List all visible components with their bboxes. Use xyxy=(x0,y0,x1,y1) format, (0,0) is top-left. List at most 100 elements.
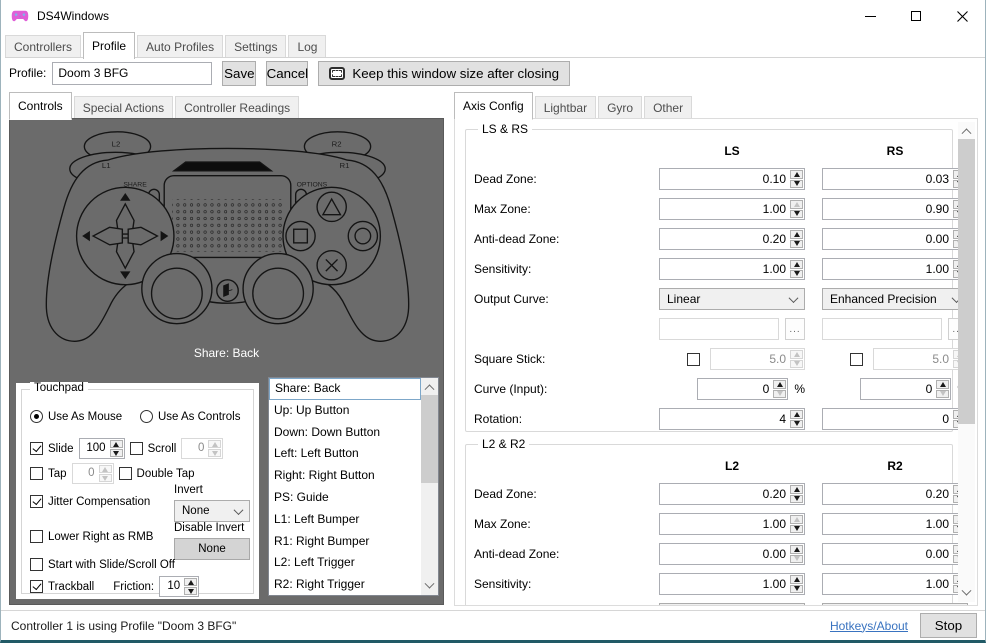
checkbox-icon[interactable] xyxy=(30,558,43,571)
list-item[interactable]: PS: Guide xyxy=(269,487,421,509)
spin-down-icon[interactable] xyxy=(790,525,803,534)
rs-square-stick-value[interactable]: 5.0 xyxy=(874,349,952,369)
list-item[interactable]: Up: Up Button xyxy=(269,400,421,422)
rs-curve-input-value[interactable]: 0 xyxy=(861,379,935,399)
list-item[interactable]: Right: Right Button xyxy=(269,465,421,487)
rs-curve-input-spinner[interactable]: 0 xyxy=(860,378,951,400)
checkbox-icon[interactable] xyxy=(30,530,43,543)
ls-square-stick-checkbox[interactable] xyxy=(687,353,700,366)
stop-button[interactable]: Stop xyxy=(920,613,977,638)
tab-controller-readings[interactable]: Controller Readings xyxy=(175,96,299,119)
spin-up-icon[interactable] xyxy=(99,465,112,473)
rs-sensitivity-spinner[interactable]: 1.00 xyxy=(822,258,968,280)
use-as-mouse-radio[interactable]: Use As Mouse xyxy=(30,410,122,423)
spin-up-icon[interactable] xyxy=(790,200,803,209)
spin-down-icon[interactable] xyxy=(936,390,949,399)
rs-rotation-spinner[interactable]: 0 xyxy=(822,408,968,430)
save-button[interactable]: Save xyxy=(222,61,256,86)
tab-axis-config[interactable]: Axis Config xyxy=(454,92,533,120)
ls-anti-dead-zone-value[interactable]: 0.20 xyxy=(660,229,789,249)
spin-up-icon[interactable] xyxy=(790,230,803,239)
tap-value[interactable]: 0 xyxy=(73,464,98,483)
rs-max-zone-value[interactable]: 0.90 xyxy=(823,199,952,219)
checkbox-icon[interactable] xyxy=(30,495,43,508)
ls-curve-input-spinner[interactable]: 0 xyxy=(697,378,788,400)
list-item[interactable]: R1: Right Bumper xyxy=(269,531,421,553)
scrollbar-thumb[interactable] xyxy=(958,139,975,424)
circle-button[interactable] xyxy=(348,221,377,250)
scrollbar-thumb[interactable] xyxy=(421,395,438,483)
scroll-down-button[interactable] xyxy=(958,585,975,602)
ls-anti-dead-zone-spinner[interactable]: 0.20 xyxy=(659,228,805,250)
spin-up-icon[interactable] xyxy=(790,575,803,584)
l2-anti-dead-zone-spinner[interactable]: 0.00 xyxy=(659,543,805,565)
axis-panel-scrollbar[interactable] xyxy=(958,122,975,602)
minimize-button[interactable] xyxy=(847,0,893,32)
l2-dead-zone-value[interactable]: 0.20 xyxy=(660,484,789,504)
ls-square-stick-value[interactable]: 5.0 xyxy=(711,349,789,369)
square-button[interactable] xyxy=(286,221,315,250)
cancel-button[interactable]: Cancel xyxy=(266,61,308,86)
spin-down-icon[interactable] xyxy=(773,390,786,399)
rs-anti-dead-zone-spinner[interactable]: 0.00 xyxy=(822,228,968,250)
scroll-up-button[interactable] xyxy=(958,122,975,139)
l2-output-curve-dropdown[interactable] xyxy=(659,603,805,606)
r2-max-zone-value[interactable]: 1.00 xyxy=(823,514,952,534)
ls-sensitivity-spinner[interactable]: 1.00 xyxy=(659,258,805,280)
spin-up-icon[interactable] xyxy=(790,260,803,269)
hotkeys-about-link[interactable]: Hotkeys/About xyxy=(830,619,908,633)
spin-down-icon[interactable] xyxy=(790,555,803,564)
l2-sensitivity-spinner[interactable]: 1.00 xyxy=(659,573,805,595)
ls-max-zone-spinner[interactable]: 1.00 xyxy=(659,198,805,220)
l2-dead-zone-spinner[interactable]: 0.20 xyxy=(659,483,805,505)
spin-up-icon[interactable] xyxy=(790,410,803,419)
spin-down-icon[interactable] xyxy=(790,585,803,594)
list-item[interactable]: L2: Left Trigger xyxy=(269,552,421,574)
ls-rotation-spinner[interactable]: 4 xyxy=(659,408,805,430)
right-stick[interactable] xyxy=(253,268,304,319)
ls-browse-button[interactable]: ... xyxy=(785,318,805,340)
start-slide-scroll-off-checkbox[interactable]: Start with Slide/Scroll Off xyxy=(30,558,175,571)
radio-icon[interactable] xyxy=(140,410,153,423)
scroll-value[interactable]: 0 xyxy=(182,439,207,458)
l2-max-zone-spinner[interactable]: 1.00 xyxy=(659,513,805,535)
lower-right-rmb-checkbox[interactable]: Lower Right as RMB xyxy=(30,530,153,543)
use-as-controls-radio[interactable]: Use As Controls xyxy=(140,410,240,423)
jitter-compensation-checkbox[interactable]: Jitter Compensation xyxy=(30,495,150,508)
list-item[interactable]: Down: Down Button xyxy=(269,422,421,444)
tab-controllers[interactable]: Controllers xyxy=(5,35,81,58)
tab-log[interactable]: Log xyxy=(288,35,326,58)
checkbox-icon[interactable] xyxy=(30,442,43,455)
rs-anti-dead-zone-value[interactable]: 0.00 xyxy=(823,229,952,249)
list-item[interactable]: Share: Back xyxy=(269,378,421,400)
disable-invert-button[interactable]: None xyxy=(174,538,250,560)
spin-down-icon[interactable] xyxy=(790,240,803,249)
l2-max-zone-value[interactable]: 1.00 xyxy=(660,514,789,534)
tab-lightbar[interactable]: Lightbar xyxy=(535,96,596,119)
list-item[interactable]: L1: Left Bumper xyxy=(269,509,421,531)
ls-custom-curve-input[interactable] xyxy=(659,318,779,340)
rs-square-stick-checkbox[interactable] xyxy=(850,353,863,366)
slide-sensitivity-spinner[interactable]: 100 xyxy=(79,438,125,459)
ls-square-stick-spinner[interactable]: 5.0 xyxy=(710,348,805,370)
rs-dead-zone-spinner[interactable]: 0.03 xyxy=(822,168,968,190)
list-item[interactable]: R2: Right Trigger xyxy=(269,574,421,595)
tab-other[interactable]: Other xyxy=(644,96,692,119)
spin-down-icon[interactable] xyxy=(208,449,221,457)
maximize-button[interactable] xyxy=(893,0,939,32)
l2-sensitivity-value[interactable]: 1.00 xyxy=(660,574,789,594)
tab-profile[interactable]: Profile xyxy=(83,32,135,59)
spin-down-icon[interactable] xyxy=(110,449,123,457)
spin-up-icon[interactable] xyxy=(790,515,803,524)
trackball-checkbox[interactable] xyxy=(30,580,43,593)
triangle-button[interactable] xyxy=(317,192,346,221)
ls-max-zone-value[interactable]: 1.00 xyxy=(660,199,789,219)
friction-spinner[interactable]: 10 xyxy=(159,576,199,597)
spin-down-icon[interactable] xyxy=(790,210,803,219)
tab-gyro[interactable]: Gyro xyxy=(598,96,642,119)
rs-square-stick-spinner[interactable]: 5.0 xyxy=(873,348,968,370)
scroll-sensitivity-spinner[interactable]: 0 xyxy=(181,438,223,459)
scroll-down-button[interactable] xyxy=(421,578,438,595)
spin-up-icon[interactable] xyxy=(790,350,803,359)
rs-dead-zone-value[interactable]: 0.03 xyxy=(823,169,952,189)
